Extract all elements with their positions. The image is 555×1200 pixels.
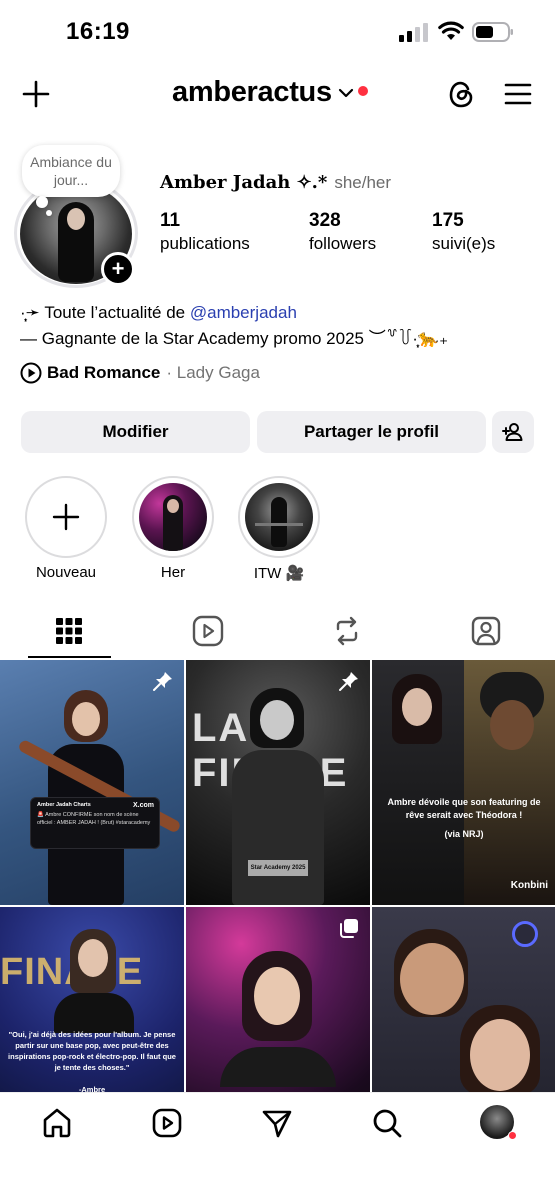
note-bubble-tail (36, 196, 48, 208)
share-profile-button[interactable]: Partager le profil (257, 411, 486, 453)
stat-following-count: 175 (432, 210, 464, 231)
highlight-her[interactable]: Her (131, 476, 215, 581)
carousel-icon (340, 919, 358, 938)
tagged-tab-icon[interactable] (469, 614, 503, 648)
active-tab-indicator (28, 656, 111, 658)
pronouns: she/her (334, 173, 392, 192)
profile-header: amberactus (0, 70, 555, 120)
reels-icon[interactable] (151, 1107, 183, 1139)
play-circle-icon (20, 362, 42, 384)
note-text: Ambiance du jour... (30, 154, 112, 188)
threads-icon[interactable] (446, 78, 476, 110)
highlight-itw-circle (238, 476, 320, 558)
music-artist: · Lady Gaga (166, 363, 260, 382)
post-caption-source: (via NRJ) (444, 829, 484, 839)
wifi-icon (438, 21, 464, 40)
stat-followers-count: 328 (309, 210, 341, 231)
highlight-itw-cover (245, 483, 313, 551)
plus-icon (52, 503, 80, 531)
username: amberactus (172, 76, 332, 108)
stat-posts-label: publications (160, 234, 250, 253)
post-tile[interactable]: Amber Jadah Charts 🚨 Ambre CONFIRME son … (0, 660, 184, 905)
post-caption-tag: X.com (132, 802, 154, 809)
post-tile[interactable]: Ambre dévoile que son featuring de rêve … (372, 660, 555, 905)
status-time: 16:19 (66, 18, 130, 45)
reels-tab-icon[interactable] (191, 614, 225, 648)
stat-posts[interactable]: 11 publications (160, 210, 250, 254)
add-story-button[interactable]: + (101, 252, 135, 286)
post-caption: 🚨 Ambre CONFIRME son nom de scène offici… (37, 812, 151, 826)
post-caption: "Oui, j'ai déjà des idées pour l'album. … (8, 1030, 176, 1072)
name-row: Amber Jadah ✧.* she/her (160, 172, 391, 193)
post-grid: Amber Jadah Charts 🚨 Ambre CONFIRME son … (0, 660, 555, 1152)
post-trophy-plate: Star Academy 2025 (248, 860, 308, 876)
stat-posts-count: 11 (160, 210, 181, 231)
profile-music[interactable]: Bad Romance · Lady Gaga (20, 362, 260, 384)
highlight-her-circle (132, 476, 214, 558)
cellular-signal-icon (399, 23, 428, 42)
bio-line-1-text: ·̩͙➛ Toute l’actualité de (20, 303, 190, 322)
notification-dot (357, 85, 368, 96)
account-switcher[interactable]: amberactus (172, 76, 368, 109)
pinned-icon (153, 672, 172, 691)
bio-mention-link[interactable]: @amberjadah (190, 303, 297, 322)
bio-line-1: ·̩͙➛ Toute l’actualité de @amberjadah (20, 300, 448, 326)
display-name: Amber Jadah ✧.* (160, 172, 328, 193)
highlight-label: ITW 🎥 (253, 565, 305, 582)
highlight-label: Her (160, 564, 186, 581)
highlight-itw[interactable]: ITW 🎥 (237, 476, 321, 582)
search-icon[interactable] (371, 1107, 403, 1139)
stat-followers-label: followers (309, 234, 377, 253)
chevron-down-icon (338, 88, 353, 97)
notification-dot (508, 1131, 517, 1140)
music-song: Bad Romance (47, 363, 161, 382)
highlight-label: Nouveau (35, 564, 97, 581)
profile-tabs (0, 606, 555, 660)
highlight-her-cover (139, 483, 207, 551)
note-bubble[interactable]: Ambiance du jour... (22, 145, 120, 197)
reposts-tab-icon[interactable] (330, 614, 364, 648)
post-caption: Ambre dévoile que son featuring de rêve … (387, 797, 541, 820)
battery-icon (472, 22, 513, 42)
create-plus-icon[interactable] (22, 80, 50, 108)
stat-following[interactable]: 175 suivi(e)s (432, 210, 495, 254)
highlight-new[interactable]: Nouveau (24, 476, 108, 581)
note-bubble-tail-small (46, 210, 52, 216)
post-source-tag: Konbini (510, 880, 548, 891)
direct-messages-icon[interactable] (261, 1107, 293, 1139)
stat-followers[interactable]: 328 followers (309, 210, 376, 254)
menu-icon[interactable] (504, 82, 532, 106)
pinned-icon (339, 672, 358, 691)
grid-tab-icon[interactable] (52, 614, 86, 648)
bottom-navigation (0, 1092, 555, 1200)
discover-people-button[interactable] (492, 411, 534, 453)
status-bar: 16:19 (0, 0, 555, 64)
home-icon[interactable] (41, 1107, 73, 1139)
stat-following-label: suivi(e)s (432, 234, 496, 253)
highlight-new-circle (25, 476, 107, 558)
add-user-icon (502, 423, 523, 441)
bio-line-2: — Gagnante de la Star Academy promo 2025… (20, 329, 449, 348)
bio: ·̩͙➛ Toute l’actualité de @amberjadah — … (20, 300, 448, 352)
edit-profile-button[interactable]: Modifier (21, 411, 250, 453)
post-tile[interactable]: LA FINALE Star Academy 2025 (186, 660, 370, 905)
